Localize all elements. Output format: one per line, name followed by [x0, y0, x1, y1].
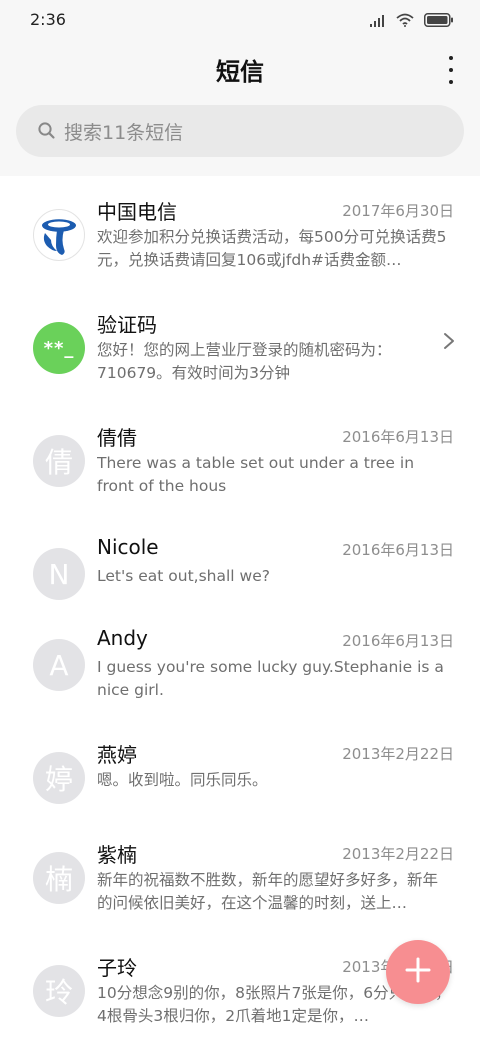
message-preview: 您好！您的网上营业厅登录的随机密码为：710679。有效时间为3分钟: [97, 341, 392, 382]
message-preview: There was a table set out under a tree i…: [97, 454, 415, 495]
plus-icon: [404, 956, 432, 988]
message-row[interactable]: 倩 倩倩 2016年6月13日 There was a table set ou…: [0, 402, 480, 515]
contact-name: 紫楠: [97, 843, 137, 867]
search-placeholder: 搜索11条短信: [64, 121, 184, 144]
new-message-button[interactable]: [386, 940, 450, 1004]
message-preview: 嗯。收到啦。同乐同乐。: [97, 771, 268, 789]
battery-icon: [424, 12, 454, 31]
message-row-verification-code[interactable]: **_ 验证码 您好！您的网上营业厅登录的随机密码为：710679。有效时间为3…: [0, 289, 480, 402]
status-icons: [370, 12, 454, 31]
message-row[interactable]: 婷 燕婷 2013年2月22日 嗯。收到啦。同乐同乐。: [0, 719, 480, 832]
message-preview: I guess you're some lucky guy.Stephanie …: [97, 658, 444, 699]
more-vertical-icon: [449, 56, 453, 60]
avatar: A: [33, 639, 85, 691]
message-row-china-telecom[interactable]: 中国电信 2017年6月30日 欢迎参加积分兑换话费活动，每500分可兑换话费5…: [0, 176, 480, 289]
message-preview: Let's eat out,shall we?: [97, 567, 270, 585]
contact-name: 燕婷: [97, 743, 137, 767]
avatar: 婷: [33, 752, 85, 804]
message-row[interactable]: 楠 紫楠 2013年2月22日 新年的祝福数不胜数，新年的愿望好多好多，新年的问…: [0, 819, 480, 932]
contact-name: Andy: [97, 626, 148, 650]
signal-icon: [370, 12, 386, 31]
avatar: 楠: [33, 852, 85, 904]
contact-name: 子玲: [97, 956, 137, 980]
message-date: 2017年6月30日: [342, 202, 454, 220]
avatar: N: [33, 548, 85, 600]
message-date: 2013年2月22日: [342, 745, 454, 763]
avatar: 倩: [33, 435, 85, 487]
search-bar[interactable]: 搜索11条短信: [16, 105, 464, 157]
message-preview: 新年的祝福数不胜数，新年的愿望好多好多，新年的问候依旧美好，在这个温馨的时刻，送…: [97, 871, 439, 912]
message-preview: 欢迎参加积分兑换话费活动，每500分可兑换话费5元，兑换话费请回复106或jfd…: [97, 228, 447, 269]
message-date: 2016年6月13日: [342, 541, 454, 559]
message-date: 2013年2月22日: [342, 845, 454, 863]
contact-name: Nicole: [97, 535, 159, 559]
contact-name: 中国电信: [97, 200, 177, 224]
status-time: 2:36: [30, 10, 66, 29]
verification-code-avatar: **_: [33, 322, 85, 374]
message-date: 2016年6月13日: [342, 428, 454, 446]
status-bar: 2:36: [0, 0, 480, 42]
china-telecom-logo: [33, 209, 85, 261]
message-row[interactable]: A Andy 2016年6月13日 I guess you're some lu…: [0, 606, 480, 719]
wifi-icon: [396, 12, 414, 31]
message-list: 中国电信 2017年6月30日 欢迎参加积分兑换话费活动，每500分可兑换话费5…: [0, 176, 480, 1040]
page-title: 短信: [216, 58, 264, 86]
chevron-right-icon: [442, 331, 456, 351]
contact-name: 验证码: [97, 313, 157, 337]
contact-name: 倩倩: [97, 426, 137, 450]
avatar: 玲: [33, 965, 85, 1017]
more-options-button[interactable]: [446, 56, 456, 84]
search-icon: [34, 118, 60, 144]
message-date: 2016年6月13日: [342, 632, 454, 650]
